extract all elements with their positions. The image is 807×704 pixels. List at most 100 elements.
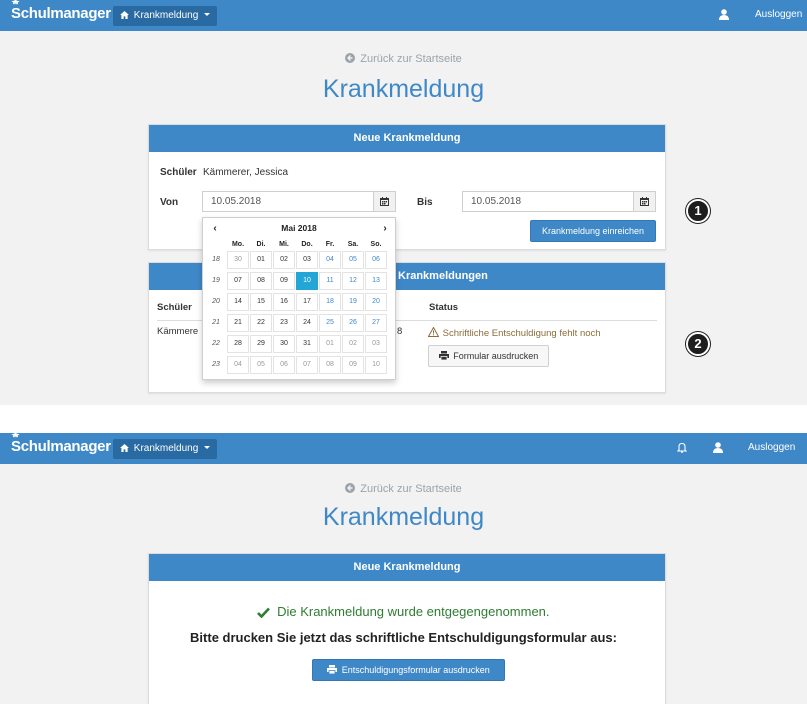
week-number: 21 — [212, 319, 220, 326]
weekday-header: Do. — [301, 241, 313, 248]
day-cell[interactable]: 24 — [296, 314, 318, 332]
day-cell[interactable]: 09 — [273, 272, 295, 290]
print-form-button[interactable]: Formular ausdrucken — [428, 345, 549, 367]
screenshot-step-1: Schulmanager Krankmeldung Ausloggen Zurü… — [0, 0, 807, 405]
menu-label: Krankmeldung — [133, 443, 199, 454]
day-cell[interactable]: 04 — [227, 356, 249, 374]
print-icon — [438, 351, 449, 361]
day-cell[interactable]: 14 — [227, 293, 249, 311]
day-cell[interactable]: 03 — [296, 251, 318, 269]
from-label: Von — [160, 197, 179, 208]
row-date-value: 8 — [397, 326, 403, 337]
day-cell[interactable]: 30 — [273, 335, 295, 353]
day-cell[interactable]: 07 — [296, 356, 318, 374]
print-excuse-form-label: Entschuldigungsformular ausdrucken — [341, 665, 490, 675]
day-cell[interactable]: 12 — [342, 272, 364, 290]
graduation-cap-icon — [11, 433, 20, 438]
day-cell[interactable]: 31 — [296, 335, 318, 353]
day-cell[interactable]: 08 — [250, 272, 272, 290]
print-excuse-form-button[interactable]: Entschuldigungsformular ausdrucken — [312, 659, 505, 681]
status-warning-text: Schriftliche Entschuldigung fehlt noch — [442, 328, 601, 339]
brand-logo[interactable]: Schulmanager — [11, 433, 111, 455]
day-cell[interactable]: 08 — [319, 356, 341, 374]
page-title: Krankmeldung — [322, 75, 485, 103]
student-label: Schüler — [160, 167, 197, 178]
caret-down-icon — [204, 446, 211, 449]
week-number: 22 — [212, 340, 220, 347]
bell-icon[interactable] — [677, 442, 687, 453]
week-number: 23 — [212, 361, 220, 368]
menu-krankmeldung-button[interactable]: Krankmeldung — [113, 439, 218, 459]
day-cell[interactable]: 07 — [227, 272, 249, 290]
step-badge-2: 2 — [686, 332, 710, 356]
back-link-label: Zurück zur Startseite — [360, 53, 462, 65]
day-cell[interactable]: 01 — [250, 251, 272, 269]
from-date-value: 10.05.2018 — [211, 196, 262, 207]
day-cell[interactable]: 19 — [342, 293, 364, 311]
day-cell[interactable]: 02 — [342, 335, 364, 353]
day-cell[interactable]: 03 — [365, 335, 387, 353]
datepicker-month-title[interactable]: Mai 2018 — [225, 221, 373, 236]
day-cell[interactable]: 22 — [250, 314, 272, 332]
arrow-circle-left-icon — [345, 483, 356, 493]
warning-icon — [427, 326, 440, 337]
day-cell[interactable]: 27 — [365, 314, 387, 332]
submit-sick-note-button[interactable]: Krankmeldung einreichen — [530, 220, 656, 242]
day-cell[interactable]: 26 — [342, 314, 364, 332]
to-calendar-button[interactable] — [633, 192, 655, 211]
day-cell[interactable]: 21 — [227, 314, 249, 332]
panel-header: Neue Krankmeldung — [149, 125, 665, 152]
day-cell[interactable]: 15 — [250, 293, 272, 311]
day-cell[interactable]: 23 — [273, 314, 295, 332]
day-cell[interactable]: 05 — [250, 356, 272, 374]
back-to-start-link[interactable]: Zurück zur Startseite — [0, 53, 807, 65]
day-cell[interactable]: 09 — [342, 356, 364, 374]
day-cell[interactable]: 10 — [365, 356, 387, 374]
row-student-value: Kämmere — [157, 326, 199, 337]
day-cell[interactable]: 17 — [296, 293, 318, 311]
print-form-label: Formular ausdrucken — [453, 351, 539, 361]
caret-down-icon — [204, 13, 211, 16]
panel-header: Neue Krankmeldung — [149, 554, 665, 581]
chevron-right-icon[interactable]: › — [375, 221, 395, 236]
brand-name: Schulmanager — [11, 5, 111, 22]
day-cell[interactable]: 20 — [365, 293, 387, 311]
day-cell[interactable]: 18 — [319, 293, 341, 311]
day-cell-selected[interactable]: 10 — [296, 272, 318, 290]
day-cell[interactable]: 04 — [319, 251, 341, 269]
logout-link[interactable]: Ausloggen — [748, 442, 795, 453]
menu-label: Krankmeldung — [133, 10, 199, 21]
day-cell[interactable]: 16 — [273, 293, 295, 311]
day-cell[interactable]: 02 — [273, 251, 295, 269]
day-cell[interactable]: 06 — [365, 251, 387, 269]
weekday-header: Mo. — [231, 241, 245, 248]
to-date-input[interactable]: 10.05.2018 — [462, 191, 656, 212]
back-to-start-link[interactable]: Zurück zur Startseite — [0, 483, 807, 495]
user-icon[interactable] — [713, 442, 723, 453]
screenshot-step-2: Schulmanager Krankmeldung Ausloggen Zurü… — [0, 433, 807, 704]
menu-krankmeldung-button[interactable]: Krankmeldung — [113, 6, 218, 26]
day-cell[interactable]: 01 — [319, 335, 341, 353]
day-cell[interactable]: 29 — [250, 335, 272, 353]
day-cell[interactable]: 25 — [319, 314, 341, 332]
logout-link[interactable]: Ausloggen — [755, 9, 802, 20]
chevron-left-icon[interactable]: ‹ — [205, 221, 225, 236]
weekday-header: Di. — [256, 241, 266, 248]
from-date-input[interactable]: 10.05.2018 — [202, 191, 396, 212]
success-message-text: Die Krankmeldung wurde entgegengenommen. — [277, 604, 550, 619]
user-icon[interactable] — [719, 9, 729, 20]
weekday-header: Sa. — [347, 241, 359, 248]
day-cell[interactable]: 11 — [319, 272, 341, 290]
brand-logo[interactable]: Schulmanager — [11, 0, 111, 22]
day-cell[interactable]: 13 — [365, 272, 387, 290]
day-cell[interactable]: 30 — [227, 251, 249, 269]
day-cell[interactable]: 05 — [342, 251, 364, 269]
day-cell[interactable]: 06 — [273, 356, 295, 374]
navbar: Schulmanager Krankmeldung Ausloggen — [0, 433, 807, 464]
from-calendar-button[interactable] — [373, 192, 395, 211]
home-icon — [120, 11, 129, 19]
day-cell[interactable]: 28 — [227, 335, 249, 353]
calendar-icon — [380, 197, 389, 206]
to-date-value: 10.05.2018 — [471, 196, 522, 207]
datepicker-popup: ‹ Mai 2018 › Mo. Di. Mi. Do. Fr. Sa. So. 18 30 01… — [202, 217, 396, 380]
